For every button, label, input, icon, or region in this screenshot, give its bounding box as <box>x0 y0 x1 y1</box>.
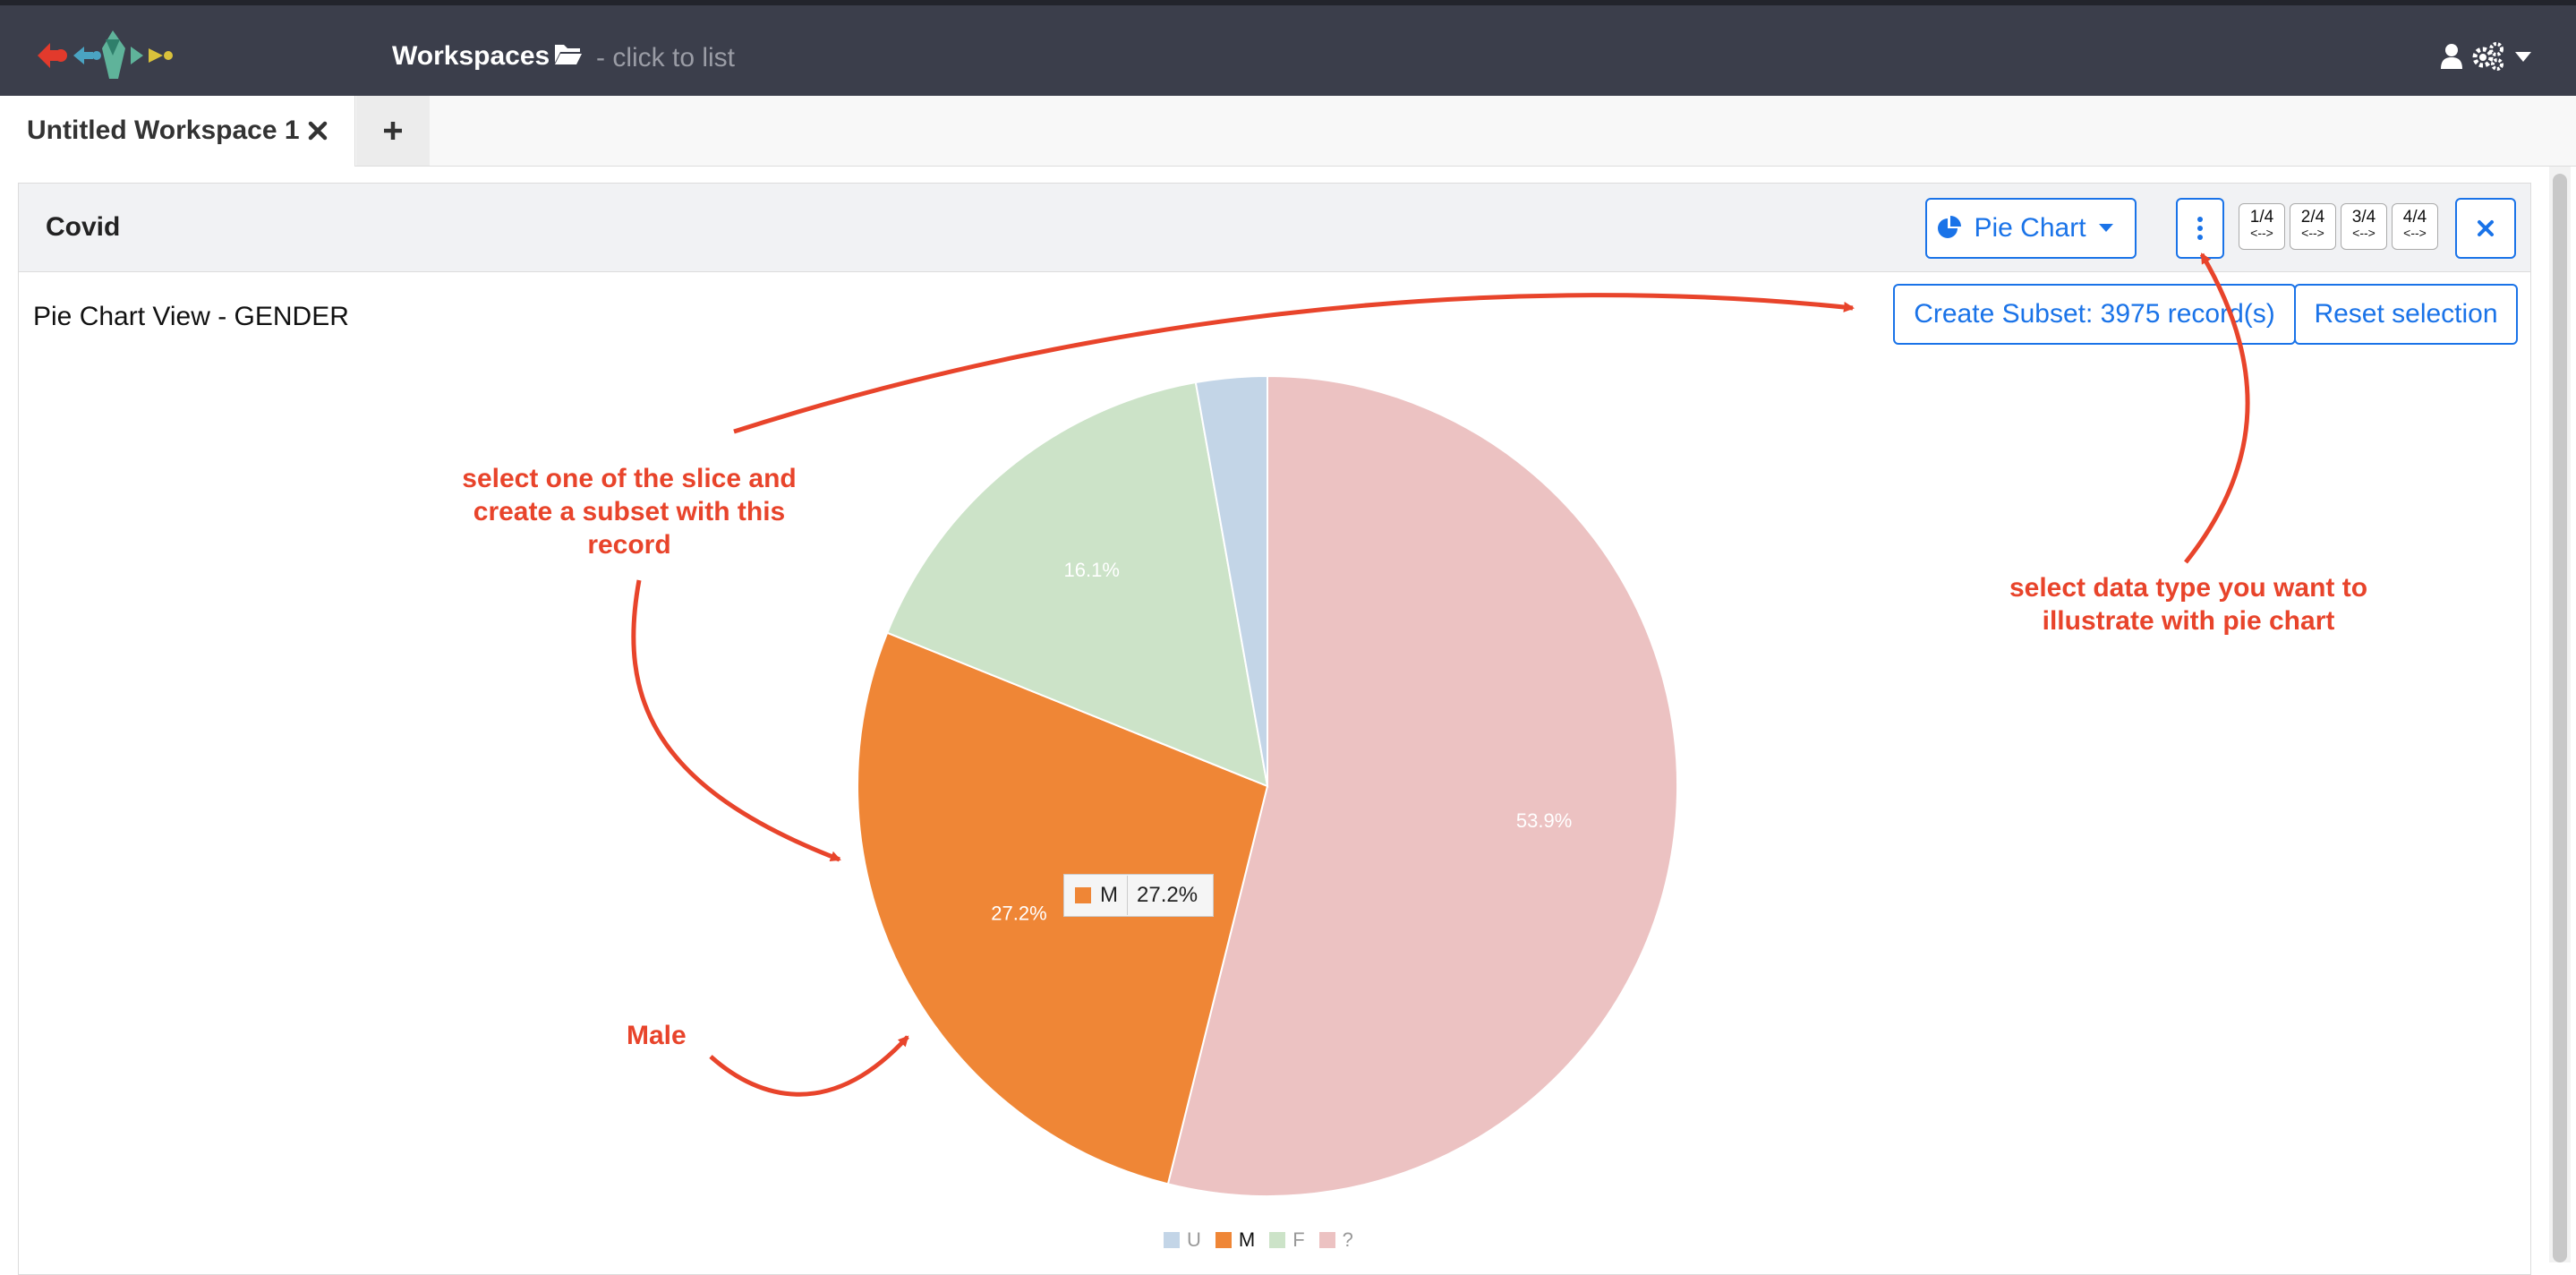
vertical-scrollbar[interactable] <box>2549 167 2571 1262</box>
scrollbar-thumb[interactable] <box>2553 174 2567 1262</box>
arrow-to-male-slice <box>709 1035 909 1097</box>
annotation-select-slice: select one of the slice and create a sub… <box>462 464 797 560</box>
arrow-to-create-subset <box>733 293 1855 434</box>
annotation-male: Male <box>627 1021 687 1050</box>
annotation-select-data-type: select data type you want to illustrate … <box>2009 573 2368 636</box>
arrow-to-slice <box>631 579 841 862</box>
arrow-to-menu-button <box>2184 252 2250 564</box>
